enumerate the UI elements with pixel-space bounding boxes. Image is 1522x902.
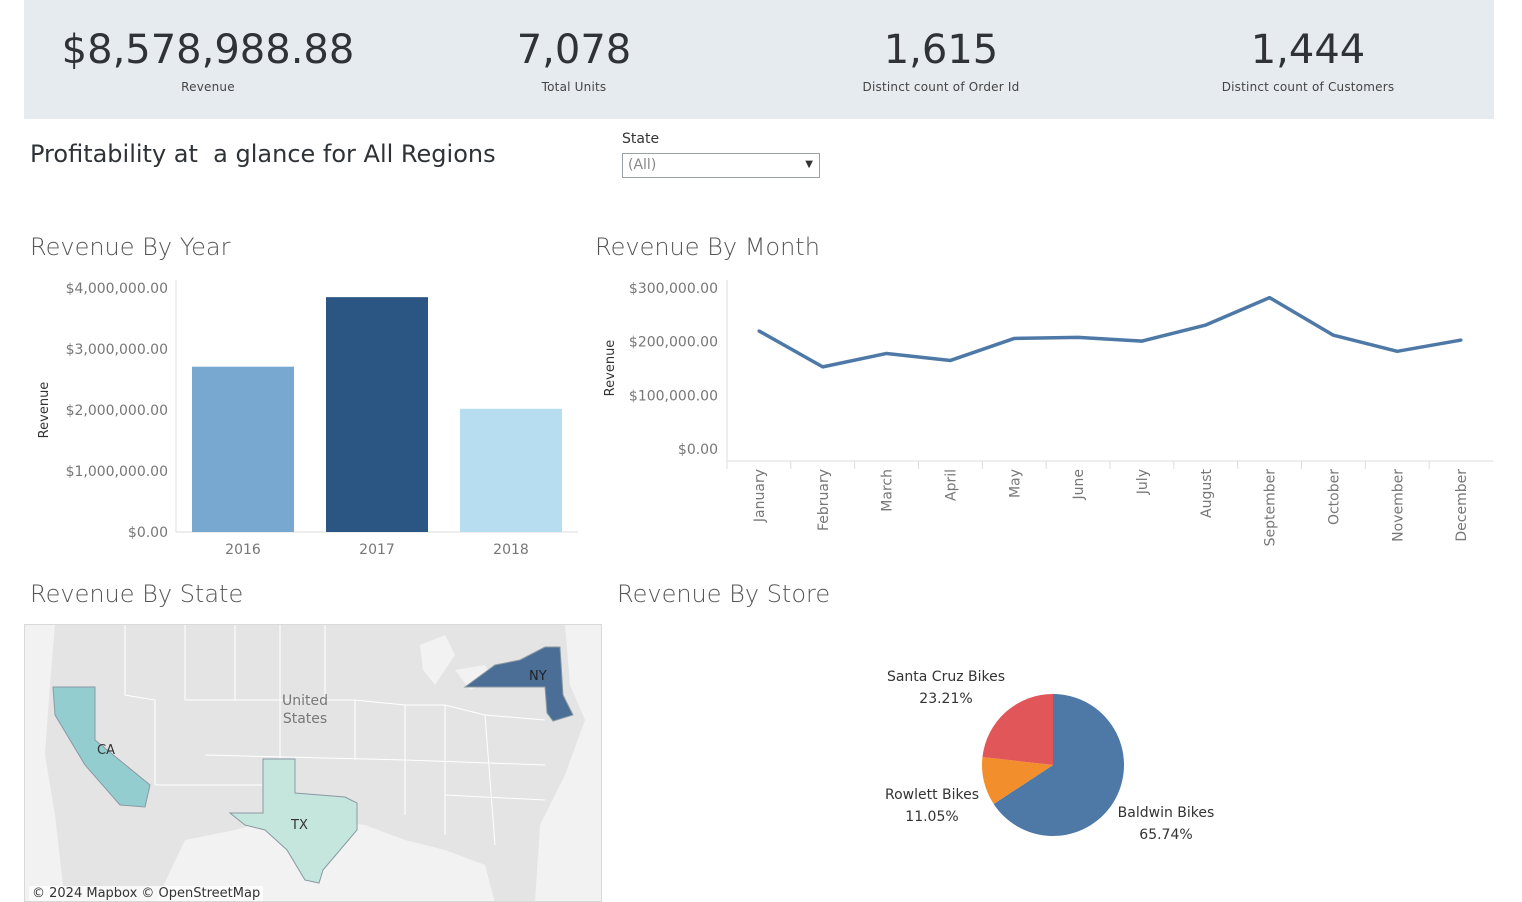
y-tick-label: $300,000.00 bbox=[629, 281, 718, 297]
x-tick-label: 2018 bbox=[493, 542, 529, 558]
state-filter-dropdown[interactable]: (All) ▼ bbox=[622, 153, 820, 178]
x-tick-label: September bbox=[1263, 469, 1279, 547]
kpi-value: 1,444 bbox=[1250, 27, 1366, 73]
kpi-label: Distinct count of Order Id bbox=[862, 80, 1020, 94]
x-tick-label: 2017 bbox=[359, 542, 395, 558]
kpi-value: $8,578,988.88 bbox=[61, 27, 355, 73]
country-label-line2: States bbox=[283, 711, 327, 727]
point-november bbox=[1395, 349, 1399, 353]
title-revenue-by-month: Revenue By Month bbox=[595, 233, 820, 261]
state-ny-label: NY bbox=[529, 669, 547, 684]
bar-2016 bbox=[192, 366, 294, 532]
map-attribution[interactable]: © 2024 Mapbox © OpenStreetMap bbox=[29, 886, 264, 901]
y-tick-label: $0.00 bbox=[128, 525, 168, 541]
bar-2018 bbox=[460, 408, 562, 532]
point-may bbox=[1012, 336, 1016, 340]
revenue-by-month-chart: $0.00 $100,000.00 $200,000.00 $300,000.00 Re… bbox=[603, 280, 1493, 547]
kpi-revenue: $8,578,988.88 Revenue bbox=[58, 0, 358, 94]
point-december bbox=[1459, 338, 1463, 342]
chevron-down-icon: ▼ bbox=[805, 159, 813, 170]
state-filter-value: (All) bbox=[628, 157, 657, 173]
kpi-label: Revenue bbox=[181, 80, 235, 94]
x-tick-label: August bbox=[1199, 468, 1215, 518]
y-tick-label: $100,000.00 bbox=[629, 388, 718, 404]
slice-value-label: 65.74% bbox=[1139, 827, 1192, 843]
map-canvas: CA TX NY United States bbox=[25, 625, 601, 901]
slice-label: Rowlett Bikes bbox=[885, 787, 979, 803]
y-tick-label: $0.00 bbox=[678, 442, 718, 458]
x-tick-label: November bbox=[1390, 469, 1406, 542]
x-tick-label: March bbox=[880, 469, 896, 512]
point-july bbox=[1140, 339, 1144, 343]
y-tick-label: $1,000,000.00 bbox=[66, 464, 168, 480]
slice-label: Baldwin Bikes bbox=[1118, 805, 1215, 821]
revenue-by-year-chart: $0.00 $1,000,000.00 $2,000,000.00 $3,000,00… bbox=[37, 280, 578, 558]
state-filter-label: State bbox=[622, 131, 660, 147]
x-tick-label: May bbox=[1007, 469, 1023, 498]
country-label-line1: United bbox=[282, 693, 328, 709]
point-march bbox=[885, 351, 889, 355]
kpi-total-units: 7,078 Total Units bbox=[424, 0, 724, 94]
slice-label: Santa Cruz Bikes bbox=[887, 669, 1005, 685]
kpi-label: Total Units bbox=[541, 80, 607, 94]
x-tick-label: December bbox=[1454, 469, 1470, 542]
x-tick-label: February bbox=[816, 469, 832, 531]
page-title: Profitability at a glance for All Region… bbox=[30, 140, 496, 168]
title-revenue-by-state: Revenue By State bbox=[30, 580, 244, 608]
point-february bbox=[821, 365, 825, 369]
revenue-by-store-chart: Baldwin Bikes 65.74% Rowlett Bikes 11.05% Sa… bbox=[885, 669, 1215, 843]
y-axis-title: Revenue bbox=[603, 340, 618, 397]
x-tick-label: June bbox=[1071, 469, 1087, 501]
title-revenue-by-store: Revenue By Store bbox=[617, 580, 831, 608]
point-january bbox=[757, 329, 761, 333]
kpi-customer-count: 1,444 Distinct count of Customers bbox=[1158, 0, 1458, 94]
y-tick-label: $200,000.00 bbox=[629, 335, 718, 351]
kpi-order-count: 1,615 Distinct count of Order Id bbox=[791, 0, 1091, 94]
slice-value-label: 23.21% bbox=[919, 691, 972, 707]
kpi-value: 7,078 bbox=[516, 27, 632, 73]
slice-value-label: 11.05% bbox=[905, 809, 958, 825]
point-june bbox=[1076, 335, 1080, 339]
point-october bbox=[1331, 333, 1335, 337]
state-ca-label: CA bbox=[97, 743, 115, 758]
bar-2017 bbox=[326, 297, 428, 532]
y-tick-label: $3,000,000.00 bbox=[66, 342, 168, 358]
state-tx-label: TX bbox=[290, 818, 308, 833]
y-axis-title: Revenue bbox=[37, 382, 52, 439]
y-tick-label: $2,000,000.00 bbox=[66, 403, 168, 419]
kpi-value: 1,615 bbox=[883, 27, 999, 73]
pie-slice-santa-cruz-bikes bbox=[982, 694, 1053, 765]
point-august bbox=[1204, 323, 1208, 327]
revenue-by-state-map[interactable]: CA TX NY United States © 2024 Mapbox © O… bbox=[24, 624, 602, 902]
x-tick-label: 2016 bbox=[225, 542, 261, 558]
point-september bbox=[1268, 296, 1272, 300]
revenue-line bbox=[758, 295, 1462, 369]
point-april bbox=[948, 358, 952, 362]
title-revenue-by-year: Revenue By Year bbox=[30, 233, 231, 261]
x-tick-label: January bbox=[752, 469, 768, 523]
y-tick-label: $4,000,000.00 bbox=[66, 281, 168, 297]
x-tick-label: July bbox=[1135, 469, 1151, 495]
kpi-band: $8,578,988.88 Revenue 7,078 Total Units … bbox=[24, 0, 1494, 119]
x-tick-label: April bbox=[943, 469, 959, 501]
x-tick-label: October bbox=[1326, 469, 1342, 525]
kpi-label: Distinct count of Customers bbox=[1221, 80, 1395, 94]
